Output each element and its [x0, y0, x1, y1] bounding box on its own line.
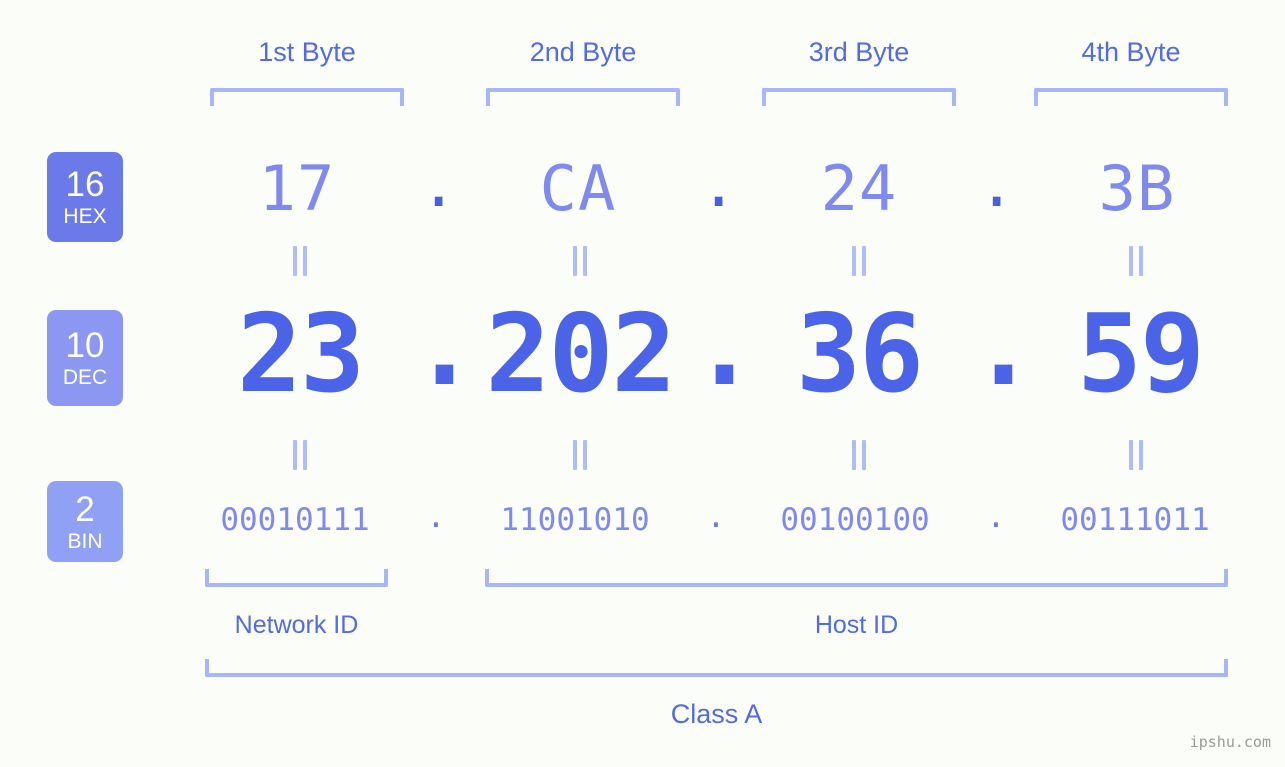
hex-separator-3: . — [978, 148, 1016, 221]
hex-separator-2: . — [700, 148, 738, 221]
equals-mark-hex-dec-2 — [568, 244, 592, 278]
hex-value-byte-4: 3B — [1098, 152, 1176, 225]
byte-header-1: 1st Byte — [258, 37, 356, 67]
equals-bar — [1129, 246, 1133, 276]
host-id-bracket — [485, 569, 1228, 587]
radix-badge-dec-number: 10 — [65, 326, 105, 365]
byte-bracket-4 — [1034, 88, 1228, 106]
hex-value-byte-3: 24 — [820, 152, 898, 225]
dec-separator-3: . — [971, 285, 1037, 410]
radix-badge-hex: 16 HEX — [47, 152, 123, 242]
equals-bar — [1129, 440, 1133, 470]
equals-mark-hex-dec-4 — [1124, 244, 1148, 278]
equals-mark-hex-dec-3 — [847, 244, 871, 278]
site-watermark: ipshu.com — [1189, 733, 1271, 751]
dec-separator-2: . — [692, 285, 758, 410]
radix-badge-bin: 2 BIN — [47, 481, 123, 562]
bin-separator-1: . — [426, 499, 446, 535]
network-id-bracket — [205, 569, 388, 587]
bin-value-byte-2: 11001010 — [500, 502, 650, 538]
bin-value-byte-4: 00111011 — [1060, 502, 1210, 538]
hex-separator-1: . — [420, 148, 458, 221]
radix-badge-bin-name: BIN — [67, 529, 103, 553]
equals-bar — [862, 440, 866, 470]
hex-value-byte-1: 17 — [258, 152, 336, 225]
byte-header-2: 2nd Byte — [529, 37, 637, 67]
equals-bar — [583, 246, 587, 276]
radix-badge-hex-number: 16 — [65, 165, 105, 204]
byte-bracket-1 — [210, 88, 404, 106]
equals-bar — [573, 246, 577, 276]
equals-mark-hex-dec-1 — [288, 244, 312, 278]
hex-value-byte-2: CA — [539, 152, 617, 225]
network-id-label: Network ID — [234, 611, 359, 639]
equals-bar — [1139, 246, 1143, 276]
equals-bar — [293, 246, 297, 276]
equals-bar — [293, 440, 297, 470]
dec-separator-1: . — [412, 285, 478, 410]
bin-value-byte-3: 00100100 — [780, 502, 930, 538]
bin-value-byte-1: 00010111 — [220, 502, 370, 538]
radix-badge-dec-name: DEC — [62, 366, 108, 389]
ip-breakdown-diagram: 1st Byte 2nd Byte 3rd Byte 4th Byte 16 H… — [0, 0, 1285, 767]
equals-mark-dec-bin-1 — [288, 438, 312, 472]
dec-value-byte-4: 59 — [1076, 292, 1205, 417]
equals-bar — [303, 440, 307, 470]
radix-badge-hex-name: HEX — [63, 205, 107, 228]
equals-mark-dec-bin-2 — [568, 438, 592, 472]
equals-bar — [1139, 440, 1143, 470]
equals-bar — [862, 246, 866, 276]
dec-value-byte-1: 23 — [236, 292, 365, 417]
radix-badge-bin-number: 2 — [75, 489, 95, 529]
bin-separator-3: . — [986, 499, 1006, 535]
equals-bar — [303, 246, 307, 276]
bin-separator-2: . — [706, 499, 726, 535]
class-bracket — [205, 659, 1228, 677]
dec-value-byte-3: 36 — [795, 292, 924, 417]
equals-bar — [573, 440, 577, 470]
class-label: Class A — [670, 699, 763, 729]
byte-header-4: 4th Byte — [1081, 37, 1181, 67]
radix-badge-dec: 10 DEC — [47, 310, 123, 406]
host-id-label: Host ID — [814, 611, 899, 639]
equals-bar — [583, 440, 587, 470]
byte-bracket-3 — [762, 88, 956, 106]
equals-bar — [852, 440, 856, 470]
byte-header-3: 3rd Byte — [808, 37, 910, 67]
equals-bar — [852, 246, 856, 276]
byte-bracket-2 — [486, 88, 680, 106]
equals-mark-dec-bin-4 — [1124, 438, 1148, 472]
dec-value-byte-2: 202 — [485, 292, 676, 417]
equals-mark-dec-bin-3 — [847, 438, 871, 472]
